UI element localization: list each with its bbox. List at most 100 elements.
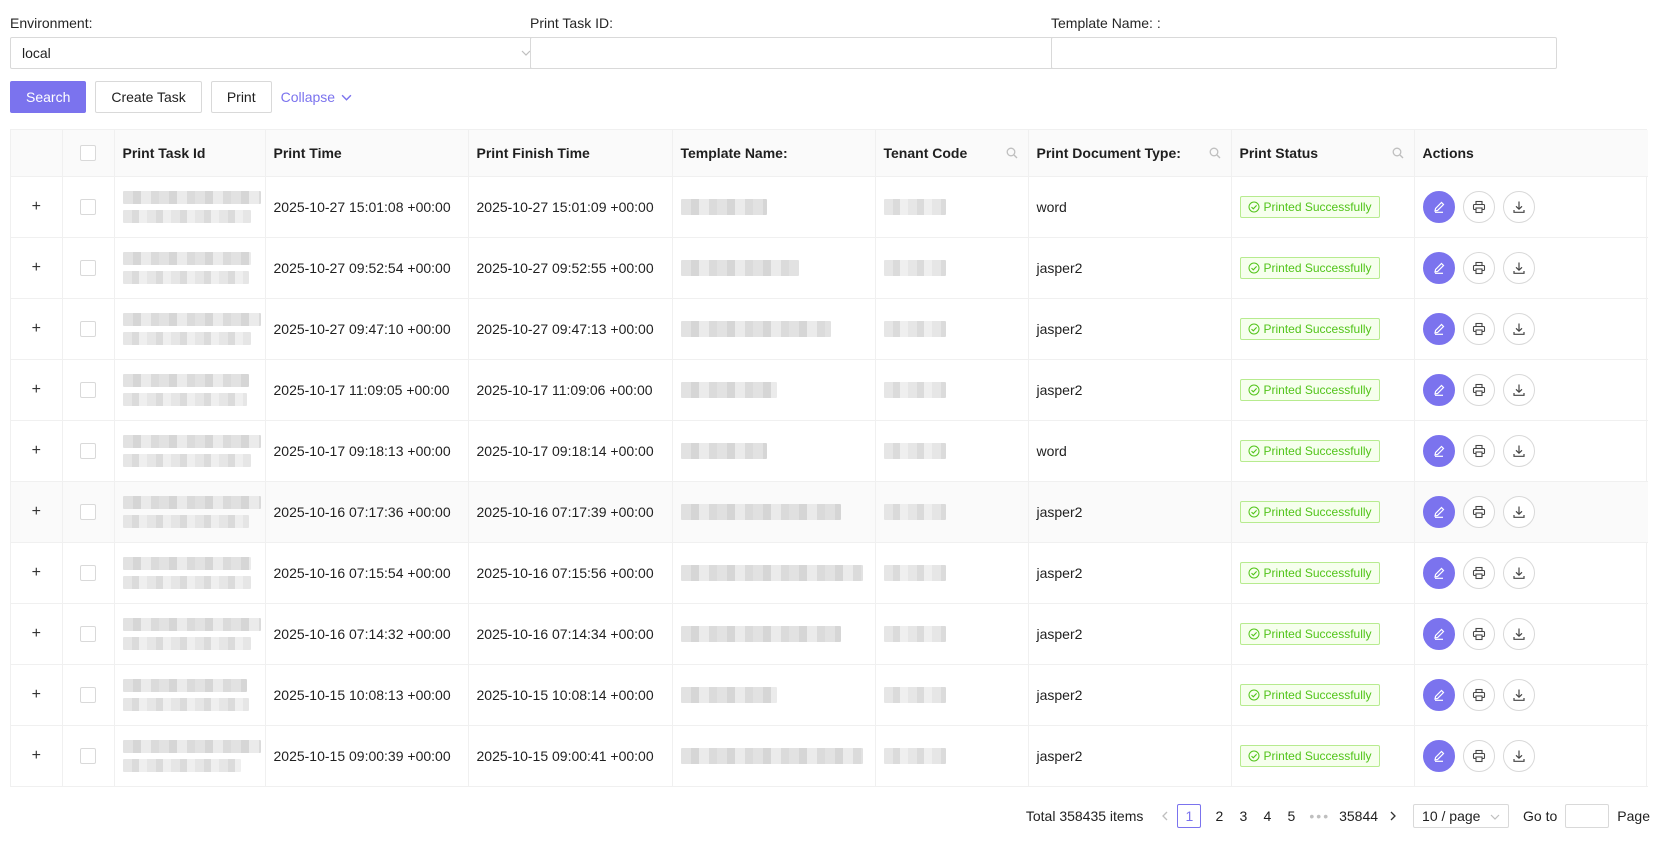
task-id-input[interactable] xyxy=(530,37,1064,69)
search-icon[interactable] xyxy=(1209,147,1221,159)
expand-row-icon[interactable]: + xyxy=(28,198,44,215)
table-row[interactable]: +2025-10-27 09:47:10 +00:00 2025-10-27 09… xyxy=(11,298,1648,360)
page-5[interactable]: 5 xyxy=(1279,804,1303,828)
status-badge: Printed Successfully xyxy=(1239,195,1380,218)
table-row[interactable]: +2025-10-16 07:15:54 +00:00 2025-10-16 07… xyxy=(11,542,1648,604)
row-checkbox[interactable] xyxy=(80,320,96,337)
collapse-link[interactable]: Collapse xyxy=(281,89,352,105)
page-4[interactable]: 4 xyxy=(1255,804,1279,828)
download-icon[interactable] xyxy=(1502,739,1535,772)
row-checkbox[interactable] xyxy=(80,503,96,520)
printer-icon[interactable] xyxy=(1462,190,1495,223)
edit-icon[interactable] xyxy=(1422,434,1455,467)
download-icon[interactable] xyxy=(1502,495,1535,528)
expand-row-icon[interactable]: + xyxy=(28,564,44,581)
select-cell xyxy=(62,237,115,299)
table-row[interactable]: +2025-10-27 15:01:08 +00:00 2025-10-27 15… xyxy=(11,176,1648,238)
chevron-down-icon xyxy=(341,94,352,101)
table-row[interactable]: +2025-10-16 07:14:32 +00:00 2025-10-16 07… xyxy=(11,603,1648,665)
edit-icon[interactable] xyxy=(1422,251,1455,284)
row-checkbox[interactable] xyxy=(80,442,96,459)
select-all-checkbox[interactable] xyxy=(80,144,96,161)
table-row[interactable]: +2025-10-17 11:09:05 +00:00 2025-10-17 11… xyxy=(11,359,1648,421)
download-icon[interactable] xyxy=(1502,373,1535,406)
row-checkbox[interactable] xyxy=(80,747,96,764)
table-row[interactable]: +2025-10-15 10:08:13 +00:00 2025-10-15 10… xyxy=(11,664,1648,726)
expand-row-icon[interactable]: + xyxy=(28,381,44,398)
row-checkbox[interactable] xyxy=(80,381,96,398)
page-1[interactable]: 1 xyxy=(1177,804,1202,828)
download-icon[interactable] xyxy=(1502,312,1535,345)
tenant-code-cell xyxy=(875,725,1029,787)
download-icon[interactable] xyxy=(1502,617,1535,650)
edit-icon[interactable] xyxy=(1422,373,1455,406)
edit-icon[interactable] xyxy=(1422,556,1455,589)
prev-page-icon[interactable] xyxy=(1153,804,1177,828)
table-row[interactable]: +2025-10-17 09:18:13 +00:00 2025-10-17 09… xyxy=(11,420,1648,482)
expand-cell: + xyxy=(11,298,63,360)
status-badge: Printed Successfully xyxy=(1239,561,1380,584)
row-checkbox[interactable] xyxy=(80,625,96,642)
check-circle-icon xyxy=(1248,628,1260,640)
row-checkbox[interactable] xyxy=(80,686,96,703)
expand-row-icon[interactable]: + xyxy=(28,259,44,276)
table-row[interactable]: +2025-10-16 07:17:36 +00:00 2025-10-16 07… xyxy=(11,481,1648,543)
page-size-select[interactable]: 10 / page xyxy=(1413,804,1510,828)
print-task-table: Print Task Id Print Time Print Finish Ti… xyxy=(10,129,1648,787)
expand-row-icon[interactable]: + xyxy=(28,320,44,337)
create-task-button[interactable]: Create Task xyxy=(95,81,202,113)
next-page-icon[interactable] xyxy=(1381,804,1405,828)
download-icon[interactable] xyxy=(1502,434,1535,467)
printer-icon[interactable] xyxy=(1462,617,1495,650)
environment-select[interactable]: local xyxy=(10,37,544,69)
edit-icon[interactable] xyxy=(1422,190,1455,223)
table-body: +2025-10-27 15:01:08 +00:00 2025-10-27 15… xyxy=(11,176,1648,787)
template-name-cell xyxy=(672,603,876,665)
expand-row-icon[interactable]: + xyxy=(28,503,44,520)
printer-icon[interactable] xyxy=(1462,495,1495,528)
page-2[interactable]: 2 xyxy=(1207,804,1231,828)
print-time-cell: 2025-10-17 11:09:05 +00:00 xyxy=(265,359,469,421)
download-icon[interactable] xyxy=(1502,190,1535,223)
printer-icon[interactable] xyxy=(1462,739,1495,772)
search-icon[interactable] xyxy=(1006,147,1018,159)
table-row[interactable]: +2025-10-15 09:00:39 +00:00 2025-10-15 09… xyxy=(11,725,1648,787)
template-name-input[interactable] xyxy=(1051,37,1557,69)
tenant-code-redacted xyxy=(883,198,946,215)
edit-icon[interactable] xyxy=(1422,312,1455,345)
print-button[interactable]: Print xyxy=(210,81,272,113)
row-checkbox[interactable] xyxy=(80,259,96,276)
print-time-cell: 2025-10-15 10:08:13 +00:00 xyxy=(265,664,469,726)
row-checkbox[interactable] xyxy=(80,198,96,215)
expand-row-icon[interactable]: + xyxy=(28,442,44,459)
status-text: Printed Successfully xyxy=(1263,321,1372,336)
printer-icon[interactable] xyxy=(1462,373,1495,406)
check-circle-icon xyxy=(1248,689,1260,701)
printer-icon[interactable] xyxy=(1462,678,1495,711)
edit-icon[interactable] xyxy=(1422,678,1455,711)
page-3[interactable]: 3 xyxy=(1231,804,1255,828)
edit-icon[interactable] xyxy=(1422,739,1455,772)
edit-icon[interactable] xyxy=(1422,617,1455,650)
expand-row-icon[interactable]: + xyxy=(28,747,44,764)
table-row[interactable]: +2025-10-27 09:52:54 +00:00 2025-10-27 09… xyxy=(11,237,1648,299)
expand-row-icon[interactable]: + xyxy=(28,625,44,642)
search-icon[interactable] xyxy=(1392,147,1404,159)
printer-icon[interactable] xyxy=(1462,556,1495,589)
status-badge: Printed Successfully xyxy=(1239,622,1380,645)
page-last[interactable]: 35844 xyxy=(1336,804,1381,828)
download-icon[interactable] xyxy=(1502,251,1535,284)
expand-row-icon[interactable]: + xyxy=(28,686,44,703)
page-ellipsis[interactable]: ••• xyxy=(1303,808,1336,824)
search-button[interactable]: Search xyxy=(10,81,87,113)
download-icon[interactable] xyxy=(1502,556,1535,589)
printer-icon[interactable] xyxy=(1462,312,1495,345)
download-icon[interactable] xyxy=(1502,678,1535,711)
doc-type-cell: jasper2 xyxy=(1028,664,1232,726)
printer-icon[interactable] xyxy=(1462,434,1495,467)
finish-time-cell: 2025-10-27 15:01:09 +00:00 xyxy=(468,176,673,238)
printer-icon[interactable] xyxy=(1462,251,1495,284)
edit-icon[interactable] xyxy=(1422,495,1455,528)
goto-page-input[interactable] xyxy=(1565,804,1610,828)
row-checkbox[interactable] xyxy=(80,564,96,581)
